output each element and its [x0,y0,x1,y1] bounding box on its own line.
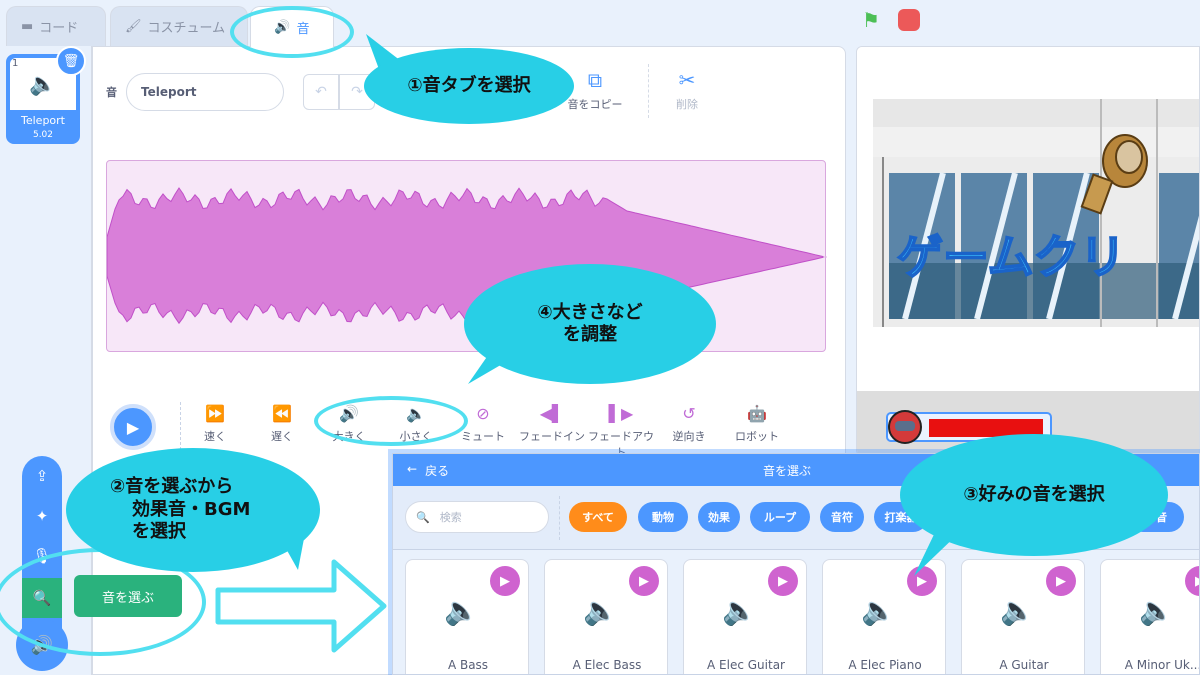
effect-fade-out-button[interactable]: ▌▶フェードアウト [588,404,654,460]
effect-slower-button[interactable]: ⏪ 遅く [249,404,315,444]
brush-icon: 🖌 [125,19,142,34]
scissors-icon: ✂ [678,68,696,92]
choose-sound-button[interactable]: 🔍 [22,578,62,618]
stop-icon[interactable] [898,9,920,31]
sound-number: 1 [12,58,19,69]
record-button[interactable]: 🎙 [22,536,62,576]
annotation-step1: ①音タブを選択 [364,48,574,124]
category-chip[interactable]: すべて [569,502,627,532]
choose-sound-tooltip: 音を選ぶ [74,575,182,617]
undo-button[interactable]: ↶ [303,74,339,110]
play-icon: ▶ [126,417,140,437]
robot-icon: 🤖 [747,404,767,423]
sound-card-name: A Minor Uk... [1124,658,1200,672]
code-icon: ▬ [21,19,34,34]
stage-scene: ゲームクリ [857,47,1199,455]
filter-divider [559,496,560,540]
faster-icon: ⏩ [205,404,225,423]
sound-card[interactable]: 🔈 ▶ A Bass [405,559,529,674]
tab-code[interactable]: ▬ コード [6,6,106,46]
upload-sound-button[interactable]: ⇪ [22,456,62,496]
play-icon[interactable]: ▶ [1185,566,1199,596]
microphone-icon: 🎙 [32,547,52,565]
slower-icon: ⏪ [272,404,292,423]
play-button[interactable]: ▶ [110,404,156,450]
sound-card-name: A Elec Bass [572,658,642,672]
speaker-icon: 🔈 [1139,594,1174,627]
category-chip[interactable]: ループ [750,502,810,532]
play-icon[interactable]: ▶ [629,566,659,596]
sound-card-name: A Elec Guitar [707,658,785,672]
category-chip[interactable]: 効果 [698,502,740,532]
sparkle-icon: ✦ [35,507,49,525]
sound-card[interactable]: 🔈 ▶ A Minor Uk... [1100,559,1200,674]
speaker-plus-icon: 🔊 [30,634,54,656]
effect-reverse-button[interactable]: ↺ 逆向き [656,404,722,444]
sound-card-name: A Elec Piano [848,658,922,672]
upload-icon: ⇪ [35,467,49,485]
speaker-icon: 🔈 [583,594,618,627]
search-icon: 🔍 [416,510,430,524]
search-icon: 🔍 [32,589,52,607]
sound-card[interactable]: 🔈 ▶ A Guitar [961,559,1085,674]
sound-item-duration: 5.02 [32,130,54,140]
sound-name-label: 音 [106,86,117,99]
add-sound-button[interactable]: 🔊 [16,619,68,671]
green-flag-icon[interactable]: ⚑ [862,8,880,32]
effects-divider [180,402,181,450]
mute-icon: ⊘ [476,404,490,423]
trash-icon[interactable]: 🗑 [56,46,86,76]
effect-robot-button[interactable]: 🤖 ロボット [724,404,790,444]
annotation-step4: ④大きさなど を調整 [464,264,716,384]
speaker-icon: 🔈 [722,594,757,627]
sound-card[interactable]: 🔈 ▶ A Elec Guitar [683,559,807,674]
effect-mute-button[interactable]: ⊘ ミュート [450,404,516,444]
softer-icon: 🔈 [406,404,426,423]
tab-costumes[interactable]: 🖌 コスチューム [110,6,248,46]
category-chip[interactable]: 動物 [638,502,688,532]
speaker-icon: 🔈 [29,71,57,97]
louder-icon: 🔊 [339,404,359,423]
sound-card-name: A Bass [447,658,489,672]
sound-card-name: A Guitar [999,658,1049,672]
annotation-step3: ③好みの音を選択 [900,434,1168,556]
tab-sounds[interactable]: 🔊 音 [250,6,334,47]
speaker-icon: 🔈 [861,594,896,627]
sound-name-input[interactable] [126,73,284,111]
play-icon[interactable]: ▶ [490,566,520,596]
annotation-step2: ②音を選ぶから 効果音・BGM を選択 [66,448,320,572]
effect-faster-button[interactable]: ⏩ 速く [182,404,248,444]
stage[interactable]: ゲームクリ [856,46,1200,456]
stage-title-text: ゲームクリ [897,230,1126,284]
toolbar-divider [648,64,649,118]
speaker-icon: 🔈 [1000,594,1035,627]
category-chip[interactable]: 音符 [820,502,864,532]
speaker-icon: 🔈 [444,594,479,627]
delete-button[interactable]: ✂ 削除 [652,68,722,112]
sound-item-name: Teleport [21,114,65,127]
fade-out-icon: ▌▶ [608,404,634,423]
undo-icon: ↶ [315,84,327,100]
fade-in-icon: ◀▌ [539,404,565,423]
reverse-icon: ↺ [682,404,696,423]
speaker-icon: 🔊 [274,19,291,35]
surprise-button[interactable]: ✦ [22,496,62,536]
play-icon[interactable]: ▶ [1046,566,1076,596]
effect-softer-button[interactable]: 🔈 小さく [383,404,449,444]
effect-louder-button[interactable]: 🔊 大きく [316,404,382,444]
effect-fade-in-button[interactable]: ◀▌ フェードイン [519,404,585,444]
library-search-input[interactable]: 🔍 検索 [405,501,549,533]
play-icon[interactable]: ▶ [768,566,798,596]
sound-card[interactable]: 🔈 ▶ A Elec Bass [544,559,668,674]
